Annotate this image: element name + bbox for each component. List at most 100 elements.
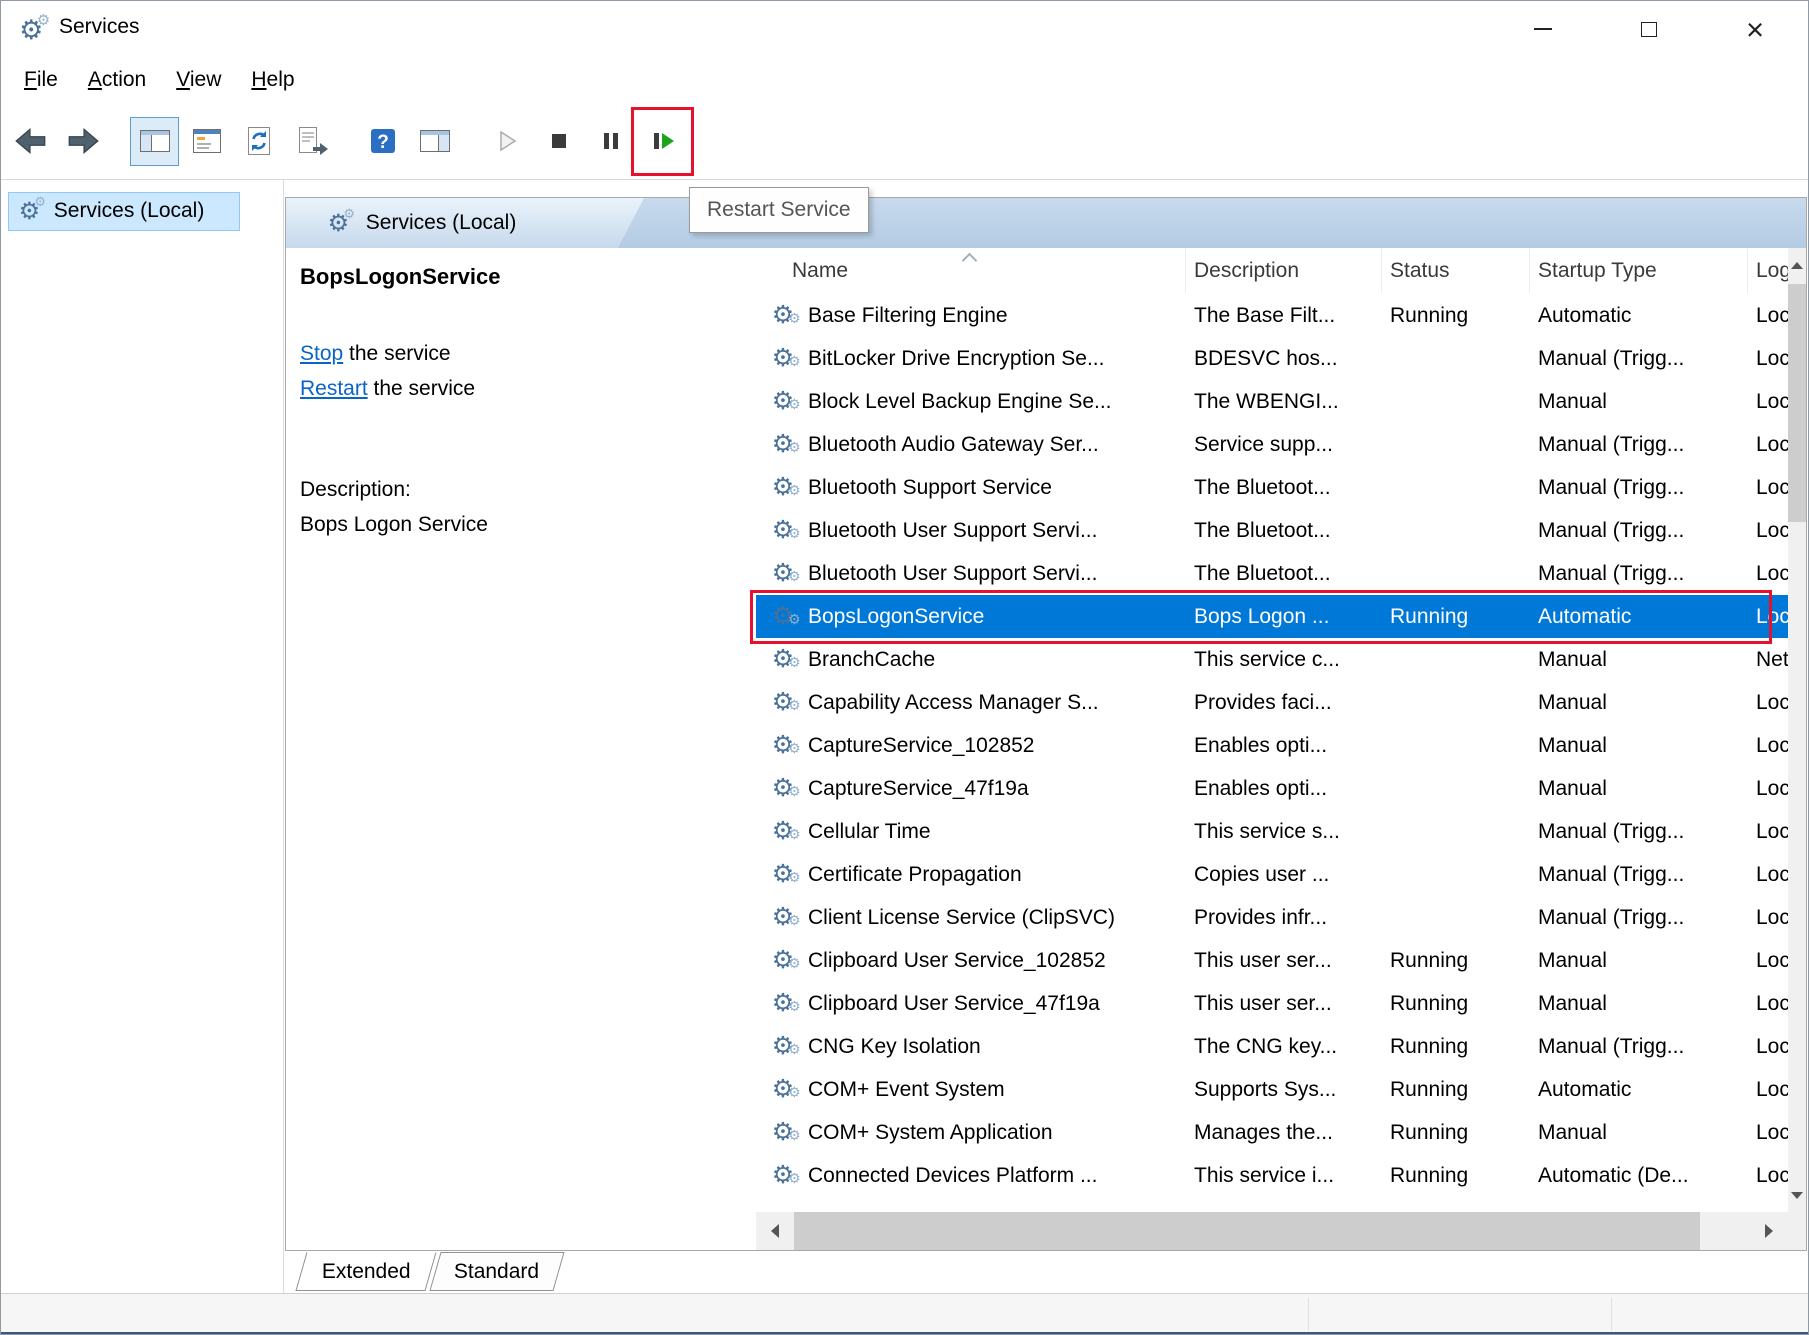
- services-list: NameDescriptionStatusStartup TypeLog Bas…: [756, 248, 1806, 1250]
- menu-item-action[interactable]: Action: [73, 63, 161, 97]
- table-row[interactable]: BopsLogonServiceBops Logon ...RunningAut…: [756, 595, 1788, 638]
- table-row[interactable]: Clipboard User Service_102852This user s…: [756, 939, 1788, 982]
- table-row[interactable]: Bluetooth Support ServiceThe Bluetoot...…: [756, 466, 1788, 509]
- services-window: Services × FileActionViewHelp ? Services…: [0, 0, 1809, 1335]
- row-log-on-as: Loca: [1748, 552, 1790, 595]
- row-description: This service c...: [1186, 638, 1382, 681]
- table-row[interactable]: Block Level Backup Engine Se...The WBENG…: [756, 380, 1788, 423]
- show-action-pane-button[interactable]: [411, 118, 458, 165]
- restart-service-link[interactable]: Restart: [300, 377, 368, 400]
- service-gear-icon: [768, 1118, 798, 1148]
- show-action-pane-icon: [417, 123, 453, 159]
- start-service-button[interactable]: [483, 118, 530, 165]
- description-text: Bops Logon Service: [300, 507, 742, 542]
- list-header: NameDescriptionStatusStartup TypeLog: [756, 248, 1788, 294]
- menu-bar: FileActionViewHelp: [1, 57, 1808, 103]
- column-header-status[interactable]: Status: [1382, 248, 1530, 293]
- menu-item-file[interactable]: File: [9, 63, 73, 97]
- menu-item-view[interactable]: View: [161, 63, 236, 97]
- minimize-button[interactable]: [1490, 1, 1596, 57]
- window-title: Services: [59, 15, 140, 39]
- row-startup-type: Manual (Trigg...: [1530, 466, 1748, 509]
- tab-extended[interactable]: Extended: [295, 1252, 436, 1291]
- table-row[interactable]: COM+ Event SystemSupports Sys...RunningA…: [756, 1068, 1788, 1111]
- table-row[interactable]: CaptureService_47f19aEnables opti...Manu…: [756, 767, 1788, 810]
- content-header: Services (Local): [286, 198, 1806, 248]
- scroll-right-button[interactable]: [1750, 1212, 1788, 1250]
- row-description: Enables opti...: [1186, 724, 1382, 767]
- service-gear-icon: [768, 989, 798, 1019]
- row-startup-type: Automatic: [1530, 1068, 1748, 1111]
- row-log-on-as: Loca: [1748, 810, 1790, 853]
- column-header-startup-type[interactable]: Startup Type: [1530, 248, 1748, 293]
- table-row[interactable]: BranchCacheThis service c...ManualNetw: [756, 638, 1788, 681]
- content-header-tab: Services (Local): [286, 198, 644, 248]
- help-button[interactable]: ?: [359, 118, 406, 165]
- restart-service-button[interactable]: [639, 118, 686, 165]
- maximize-button[interactable]: [1596, 1, 1702, 57]
- scroll-left-button[interactable]: [756, 1212, 794, 1250]
- horizontal-scrollbar[interactable]: [756, 1212, 1788, 1250]
- scrollbar-corner: [1788, 1212, 1806, 1250]
- table-row[interactable]: Bluetooth Audio Gateway Ser...Service su…: [756, 423, 1788, 466]
- table-row[interactable]: Connected Devices Platform ...This servi…: [756, 1154, 1788, 1197]
- tab-standard[interactable]: Standard: [429, 1252, 564, 1291]
- scroll-down-button[interactable]: [1788, 1178, 1806, 1212]
- row-description: The WBENGI...: [1186, 380, 1382, 423]
- back-button[interactable]: [7, 118, 54, 165]
- table-row[interactable]: Cellular TimeThis service s...Manual (Tr…: [756, 810, 1788, 853]
- table-row[interactable]: Client License Service (ClipSVC)Provides…: [756, 896, 1788, 939]
- row-name: Bluetooth Support Service: [806, 466, 1184, 509]
- service-gear-icon: [768, 516, 798, 546]
- stop-service-link[interactable]: Stop: [300, 342, 343, 365]
- table-row[interactable]: Capability Access Manager S...Provides f…: [756, 681, 1788, 724]
- scroll-down-icon: [1791, 1192, 1803, 1199]
- row-startup-type: Automatic (De...: [1530, 1154, 1748, 1197]
- column-header-description[interactable]: Description: [1186, 248, 1382, 293]
- tab-label: Standard: [454, 1260, 539, 1284]
- service-gear-icon: [768, 645, 798, 675]
- content-header-title: Services (Local): [366, 211, 517, 235]
- tree-item-services-local[interactable]: Services (Local): [8, 192, 240, 231]
- row-status: [1382, 552, 1530, 595]
- menu-item-help[interactable]: Help: [236, 63, 309, 97]
- vertical-scroll-thumb[interactable]: [1788, 284, 1806, 522]
- table-row[interactable]: CaptureService_102852Enables opti...Manu…: [756, 724, 1788, 767]
- row-startup-type: Manual: [1530, 1111, 1748, 1154]
- row-status: Running: [1382, 1068, 1530, 1111]
- table-row[interactable]: Base Filtering EngineThe Base Filt...Run…: [756, 294, 1788, 337]
- column-header-name[interactable]: Name: [756, 248, 1186, 293]
- scroll-up-button[interactable]: [1788, 248, 1806, 282]
- row-log-on-as: Loca: [1748, 1111, 1790, 1154]
- table-row[interactable]: CNG Key IsolationThe CNG key...RunningMa…: [756, 1025, 1788, 1068]
- row-startup-type: Manual (Trigg...: [1530, 853, 1748, 896]
- show-console-tree-button[interactable]: [131, 118, 178, 165]
- properties-button[interactable]: [183, 118, 230, 165]
- row-log-on-as: Loca: [1748, 337, 1790, 380]
- row-description: This user ser...: [1186, 982, 1382, 1025]
- row-description: The CNG key...: [1186, 1025, 1382, 1068]
- row-icon-cell: [764, 595, 802, 638]
- row-description: Manages the...: [1186, 1111, 1382, 1154]
- row-name: Client License Service (ClipSVC): [806, 896, 1184, 939]
- service-gear-icon: [768, 1032, 798, 1062]
- row-log-on-as: Loca: [1748, 853, 1790, 896]
- table-row[interactable]: Certificate PropagationCopies user ...Ma…: [756, 853, 1788, 896]
- close-button[interactable]: ×: [1702, 1, 1808, 57]
- table-row[interactable]: Clipboard User Service_47f19aThis user s…: [756, 982, 1788, 1025]
- row-description: The Base Filt...: [1186, 294, 1382, 337]
- vertical-scrollbar[interactable]: [1788, 248, 1806, 1212]
- pause-service-button[interactable]: [587, 118, 634, 165]
- table-row[interactable]: COM+ System ApplicationManages the...Run…: [756, 1111, 1788, 1154]
- export-list-button[interactable]: [287, 118, 334, 165]
- table-row[interactable]: BitLocker Drive Encryption Se...BDESVC h…: [756, 337, 1788, 380]
- table-row[interactable]: Bluetooth User Support Servi...The Bluet…: [756, 509, 1788, 552]
- column-header-log[interactable]: Log: [1748, 248, 1788, 293]
- refresh-button[interactable]: [235, 118, 282, 165]
- table-row[interactable]: Bluetooth User Support Servi...The Bluet…: [756, 552, 1788, 595]
- row-icon-cell: [764, 982, 802, 1025]
- forward-icon: [64, 122, 102, 160]
- stop-service-button[interactable]: [535, 118, 582, 165]
- forward-button[interactable]: [59, 118, 106, 165]
- horizontal-scroll-thumb[interactable]: [794, 1212, 1700, 1250]
